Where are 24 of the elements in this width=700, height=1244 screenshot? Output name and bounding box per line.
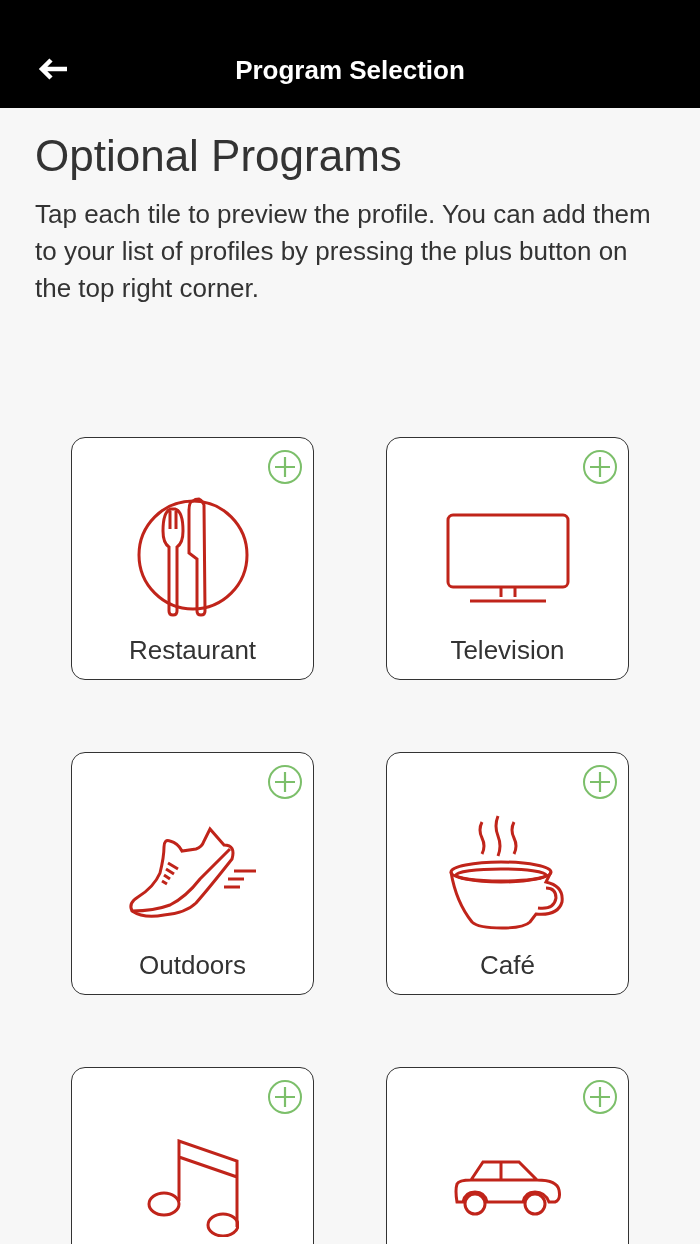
car-icon xyxy=(454,1160,561,1216)
add-icon[interactable] xyxy=(267,1079,303,1115)
program-tile[interactable]: Outdoors xyxy=(71,752,314,995)
program-tile[interactable] xyxy=(71,1067,314,1244)
add-icon[interactable] xyxy=(582,764,618,800)
add-icon[interactable] xyxy=(267,449,303,485)
tile-label: Café xyxy=(480,950,535,980)
tile-label: Outdoors xyxy=(139,950,246,980)
plate-fork-knife-icon xyxy=(136,497,249,619)
program-tile[interactable] xyxy=(386,1067,629,1244)
program-tile[interactable]: Restaurant xyxy=(71,437,314,680)
music-notes-icon xyxy=(146,1139,239,1237)
television-icon xyxy=(445,513,570,603)
add-icon[interactable] xyxy=(267,764,303,800)
screen-title: Program Selection xyxy=(235,55,465,86)
add-icon[interactable] xyxy=(582,1079,618,1115)
instructions-text: Tap each tile to preview the profile. You can add them to your list of profiles by pressing the plus button on the top right corner. xyxy=(35,198,652,305)
tile-label: Television xyxy=(450,635,565,665)
tile-label: Restaurant xyxy=(128,635,257,665)
program-tile[interactable]: Café xyxy=(386,752,629,995)
add-icon[interactable] xyxy=(582,449,618,485)
program-tile[interactable]: Television xyxy=(386,437,629,680)
back-arrow-icon[interactable] xyxy=(37,57,69,81)
section-heading: Optional Programs xyxy=(35,130,403,182)
